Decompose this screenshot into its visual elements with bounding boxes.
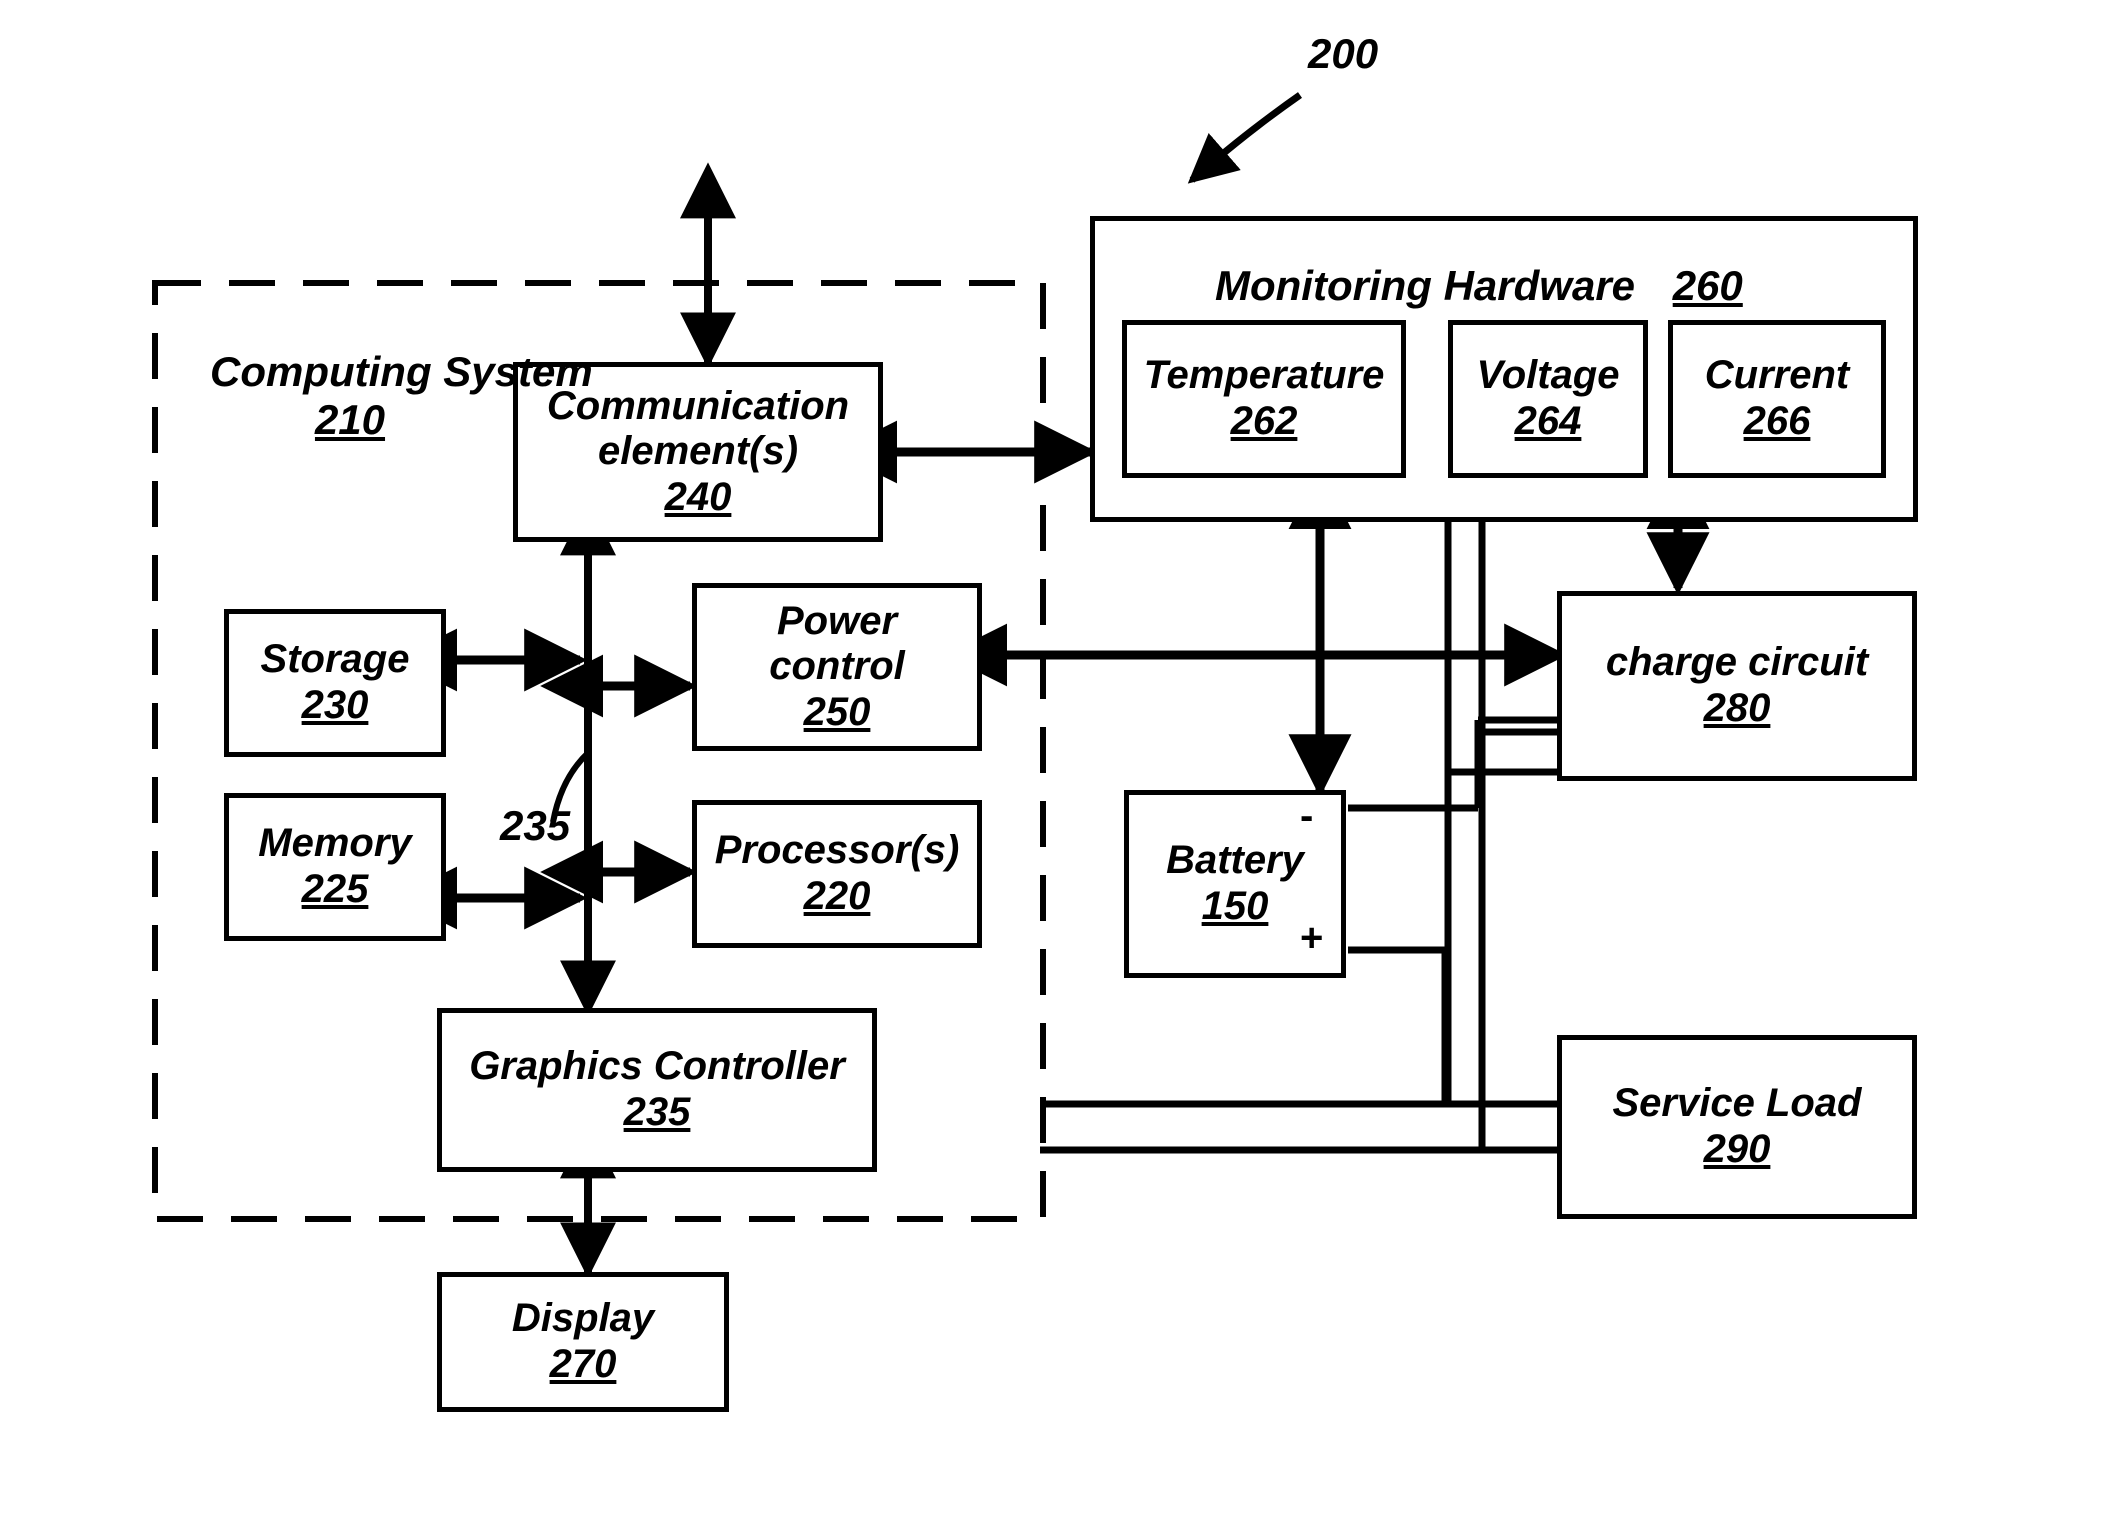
storage-box[interactable]: Storage 230 xyxy=(224,609,446,757)
graphics-controller-box[interactable]: Graphics Controller 235 xyxy=(437,1008,877,1172)
memory-box[interactable]: Memory 225 xyxy=(224,793,446,941)
voltage-title: Voltage xyxy=(1476,353,1620,398)
voltage-sensor-box[interactable]: Voltage 264 xyxy=(1448,320,1648,478)
temperature-sensor-box[interactable]: Temperature 262 xyxy=(1122,320,1406,478)
computing-system-title-line2: System xyxy=(443,348,593,395)
charge-circuit-title: charge circuit xyxy=(1605,640,1869,685)
monitoring-hardware-ref: 260 xyxy=(1672,262,1743,309)
graphics-controller-title: Graphics Controller xyxy=(469,1044,845,1089)
figure-number-200: 200 xyxy=(1308,30,1379,77)
service-load-box[interactable]: Service Load 290 xyxy=(1557,1035,1917,1219)
battery-ref: 150 xyxy=(1201,884,1269,928)
storage-ref: 230 xyxy=(301,683,369,727)
battery-title: Battery xyxy=(1166,838,1304,883)
computing-system-label: Computing System 210 xyxy=(210,348,593,444)
temperature-ref: 262 xyxy=(1230,399,1298,443)
service-load-ref: 290 xyxy=(1703,1127,1771,1171)
graphics-controller-ref: 235 xyxy=(623,1090,691,1134)
battery-negative-terminal-label: - xyxy=(1300,794,1314,838)
display-box[interactable]: Display 270 xyxy=(437,1272,729,1412)
internal-bus-ref-235: 235 xyxy=(500,802,571,849)
battery-positive-terminal-label: + xyxy=(1300,916,1324,960)
temperature-title: Temperature xyxy=(1143,353,1385,398)
power-control-title-line2: control xyxy=(769,644,905,689)
display-ref: 270 xyxy=(549,1342,617,1386)
figure-number-leader-arrow xyxy=(1187,92,1303,184)
processors-title: Processor(s) xyxy=(714,828,960,873)
processors-ref: 220 xyxy=(803,874,871,918)
power-control-ref: 250 xyxy=(803,689,871,734)
monitoring-hardware-label: Monitoring Hardware 260 xyxy=(1215,262,1743,310)
communication-elements-title-line2: element(s) xyxy=(597,429,799,474)
current-ref: 266 xyxy=(1743,399,1811,443)
processors-box[interactable]: Processor(s) 220 xyxy=(692,800,982,948)
service-load-title: Service Load xyxy=(1612,1081,1862,1126)
computing-system-ref: 210 xyxy=(314,395,386,443)
voltage-ref: 264 xyxy=(1514,399,1582,443)
current-title: Current xyxy=(1704,353,1850,398)
monitoring-hardware-title: Monitoring Hardware xyxy=(1215,262,1636,309)
current-sensor-box[interactable]: Current 266 xyxy=(1668,320,1886,478)
memory-ref: 225 xyxy=(301,867,369,911)
display-title: Display xyxy=(511,1296,655,1341)
communication-elements-ref: 240 xyxy=(664,474,732,519)
patent-figure-200: 200 Computing System 210 Communication e… xyxy=(0,0,2124,1540)
computing-system-title-line1: Computing xyxy=(210,348,432,395)
storage-title: Storage xyxy=(260,637,410,682)
charge-circuit-box[interactable]: charge circuit 280 xyxy=(1557,591,1917,781)
charge-circuit-ref: 280 xyxy=(1703,686,1771,730)
memory-title: Memory xyxy=(258,821,412,866)
power-control-title-line1: Power xyxy=(776,598,898,643)
power-control-box[interactable]: Power control 250 xyxy=(692,583,982,751)
